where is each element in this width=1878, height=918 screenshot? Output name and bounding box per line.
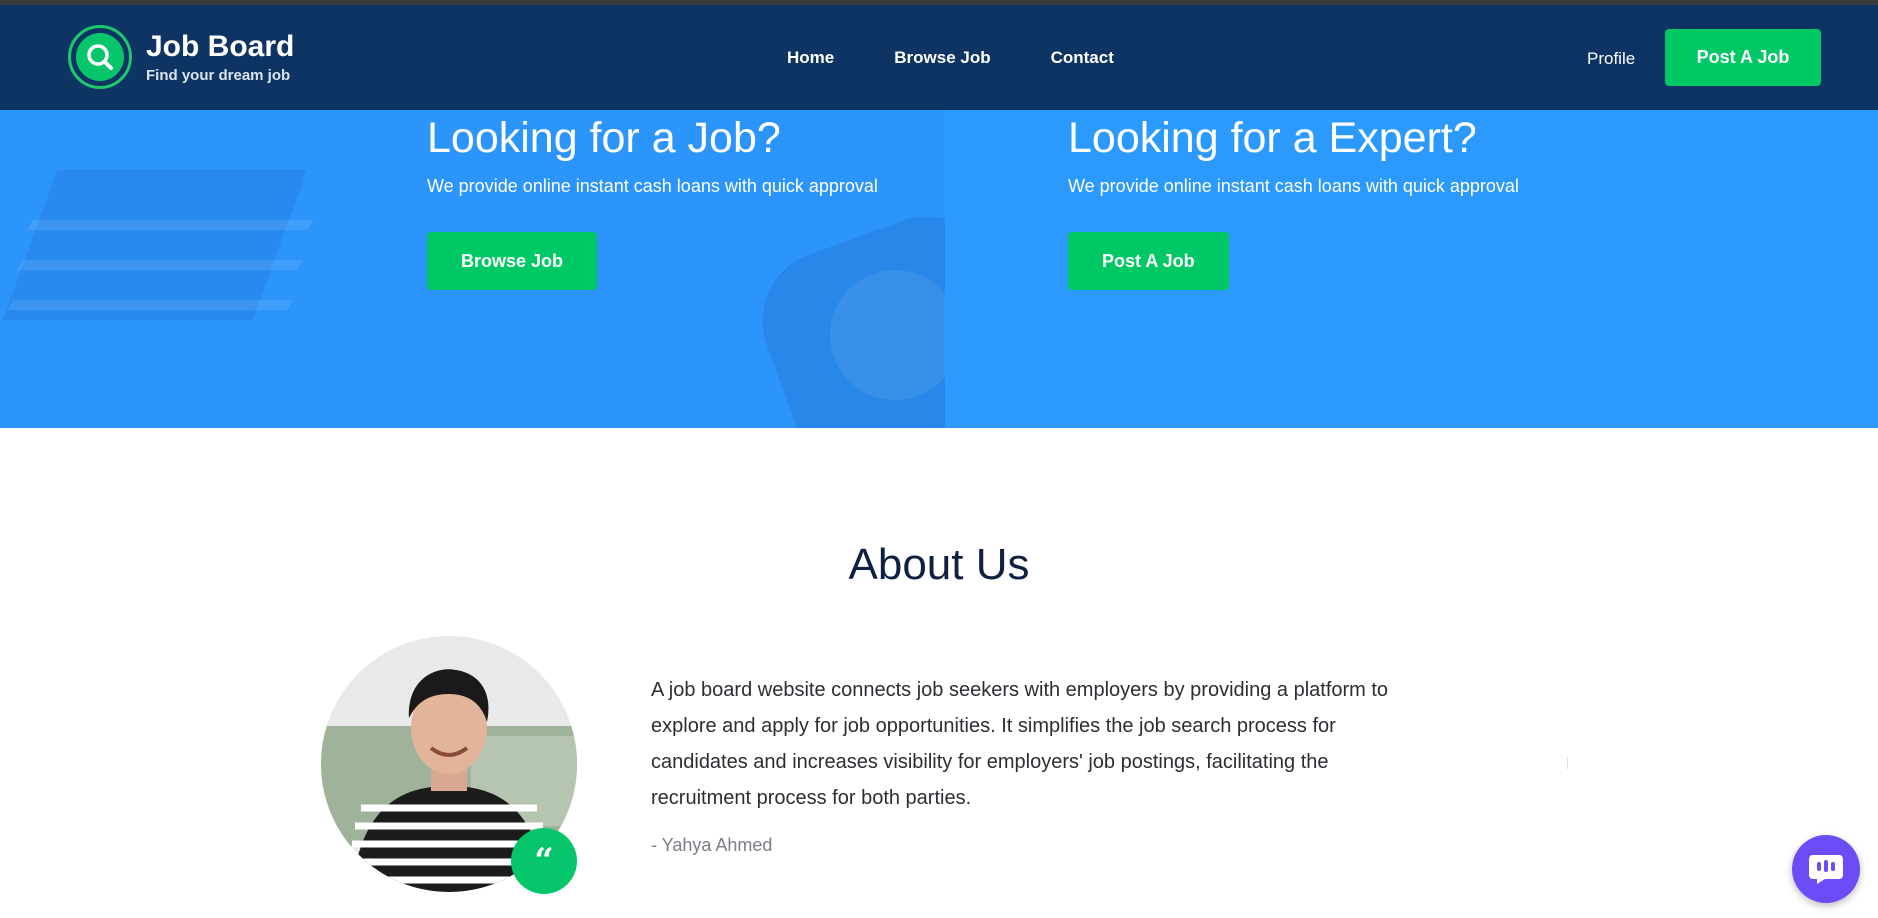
hero-job-seeker-panel: Looking for a Job? We provide online ins… [0,110,945,428]
about-title: About Us [848,540,1030,589]
hero-expert-block: Looking for a Expert? We provide online … [1068,110,1519,290]
hero-background-laptop [2,170,308,320]
hero-expert-title: Looking for a Expert? [1068,114,1477,162]
chat-widget-button[interactable] [1792,835,1860,903]
logo[interactable]: Job Board Find your dream job [68,25,294,89]
nav-home[interactable]: Home [787,48,834,68]
chat-icon [1809,855,1843,884]
hero-background-keyboard-row [7,300,293,310]
about-author: - Yahya Ahmed [651,835,773,855]
hero-job-block: Looking for a Job? We provide online ins… [427,110,878,290]
hero-job-text: We provide online instant cash loans wit… [427,176,878,196]
hero-job-title: Looking for a Job? [427,114,781,162]
hero-expert-text: We provide online instant cash loans wit… [1068,176,1519,196]
hero-background-keyboard-row [17,260,303,270]
site-header: Job Board Find your dream job Home Brows… [0,5,1878,110]
browse-job-button[interactable]: Browse Job [427,232,598,290]
post-job-button[interactable]: Post A Job [1665,29,1821,86]
search-icon [68,25,132,89]
hero-background-keyboard [27,220,313,230]
about-text: A job board website connects job seekers… [651,679,1389,809]
nav-browse-job[interactable]: Browse Job [894,48,990,68]
main-nav: Home Browse Job Contact [787,5,1114,110]
quote-icon: “ [511,828,577,894]
hero-post-job-button[interactable]: Post A Job [1068,232,1229,290]
logo-subtitle: Find your dream job [146,66,291,84]
logo-title: Job Board [146,29,295,63]
hero-section: Looking for a Job? We provide online ins… [0,110,1878,428]
nav-contact[interactable]: Contact [1051,48,1114,68]
profile-link[interactable]: Profile [1587,49,1635,69]
divider [1567,757,1568,769]
